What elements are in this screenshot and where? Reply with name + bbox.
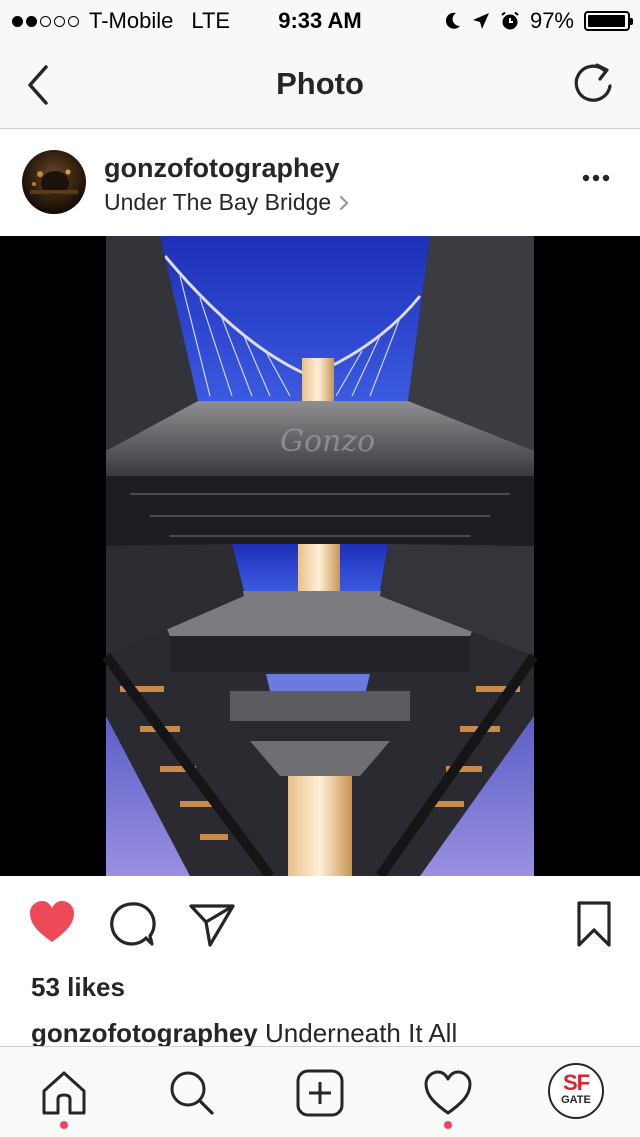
post-location[interactable]: Under The Bay Bridge (104, 189, 349, 216)
chevron-right-icon (340, 195, 349, 210)
avatar[interactable] (22, 150, 86, 214)
likes-count[interactable]: 53 likes (31, 972, 125, 1003)
tab-home[interactable] (40, 1069, 88, 1129)
bay-bridge-photo: Gonzo (0, 236, 640, 876)
share-send-icon[interactable] (188, 900, 236, 948)
photo-watermark: Gonzo (280, 424, 375, 459)
add-post-icon (296, 1069, 344, 1117)
tab-new-post[interactable] (296, 1069, 344, 1117)
tab-search[interactable] (168, 1069, 216, 1117)
more-horizontal-icon[interactable] (582, 173, 610, 183)
battery-percent: 97% (529, 8, 574, 33)
caption-username[interactable]: gonzofotographey (31, 1018, 258, 1046)
page-title: Photo (276, 66, 364, 101)
location-arrow-icon (472, 13, 489, 29)
refresh-icon[interactable] (570, 60, 618, 108)
home-icon (42, 1071, 86, 1115)
navigation-bar: Photo (0, 40, 640, 129)
battery-icon (584, 11, 633, 31)
tab-bar: SF GATE (0, 1046, 640, 1137)
bookmark-icon[interactable] (574, 900, 614, 948)
status-right: 97% (444, 8, 633, 34)
caption-text: Underneath It All (265, 1018, 458, 1046)
profile-gate-text: GATE (561, 1094, 591, 1106)
post-header: gonzofotographey Under The Bay Bridge (0, 129, 640, 236)
post-actions (0, 876, 640, 976)
location-label: Under The Bay Bridge (104, 189, 332, 215)
post-caption: gonzofotographey Underneath It All (31, 1018, 457, 1046)
post-username[interactable]: gonzofotographey (104, 153, 339, 184)
moon-icon (445, 12, 460, 29)
alarm-clock-icon (501, 11, 519, 30)
like-heart-icon[interactable] (28, 900, 76, 944)
tab-activity[interactable] (424, 1069, 472, 1129)
activity-heart-icon (424, 1070, 472, 1115)
avatar-photo (30, 169, 78, 195)
profile-avatar[interactable]: SF GATE (548, 1063, 604, 1119)
notification-dot (60, 1121, 68, 1129)
profile-sf-text: SF (562, 1070, 590, 1095)
comment-icon[interactable] (108, 900, 156, 948)
status-bar: T-Mobile LTE 9:33 AM 97% (0, 0, 640, 40)
search-icon (170, 1071, 214, 1115)
post-photo[interactable]: Gonzo (0, 236, 640, 876)
notification-dot (444, 1121, 452, 1129)
